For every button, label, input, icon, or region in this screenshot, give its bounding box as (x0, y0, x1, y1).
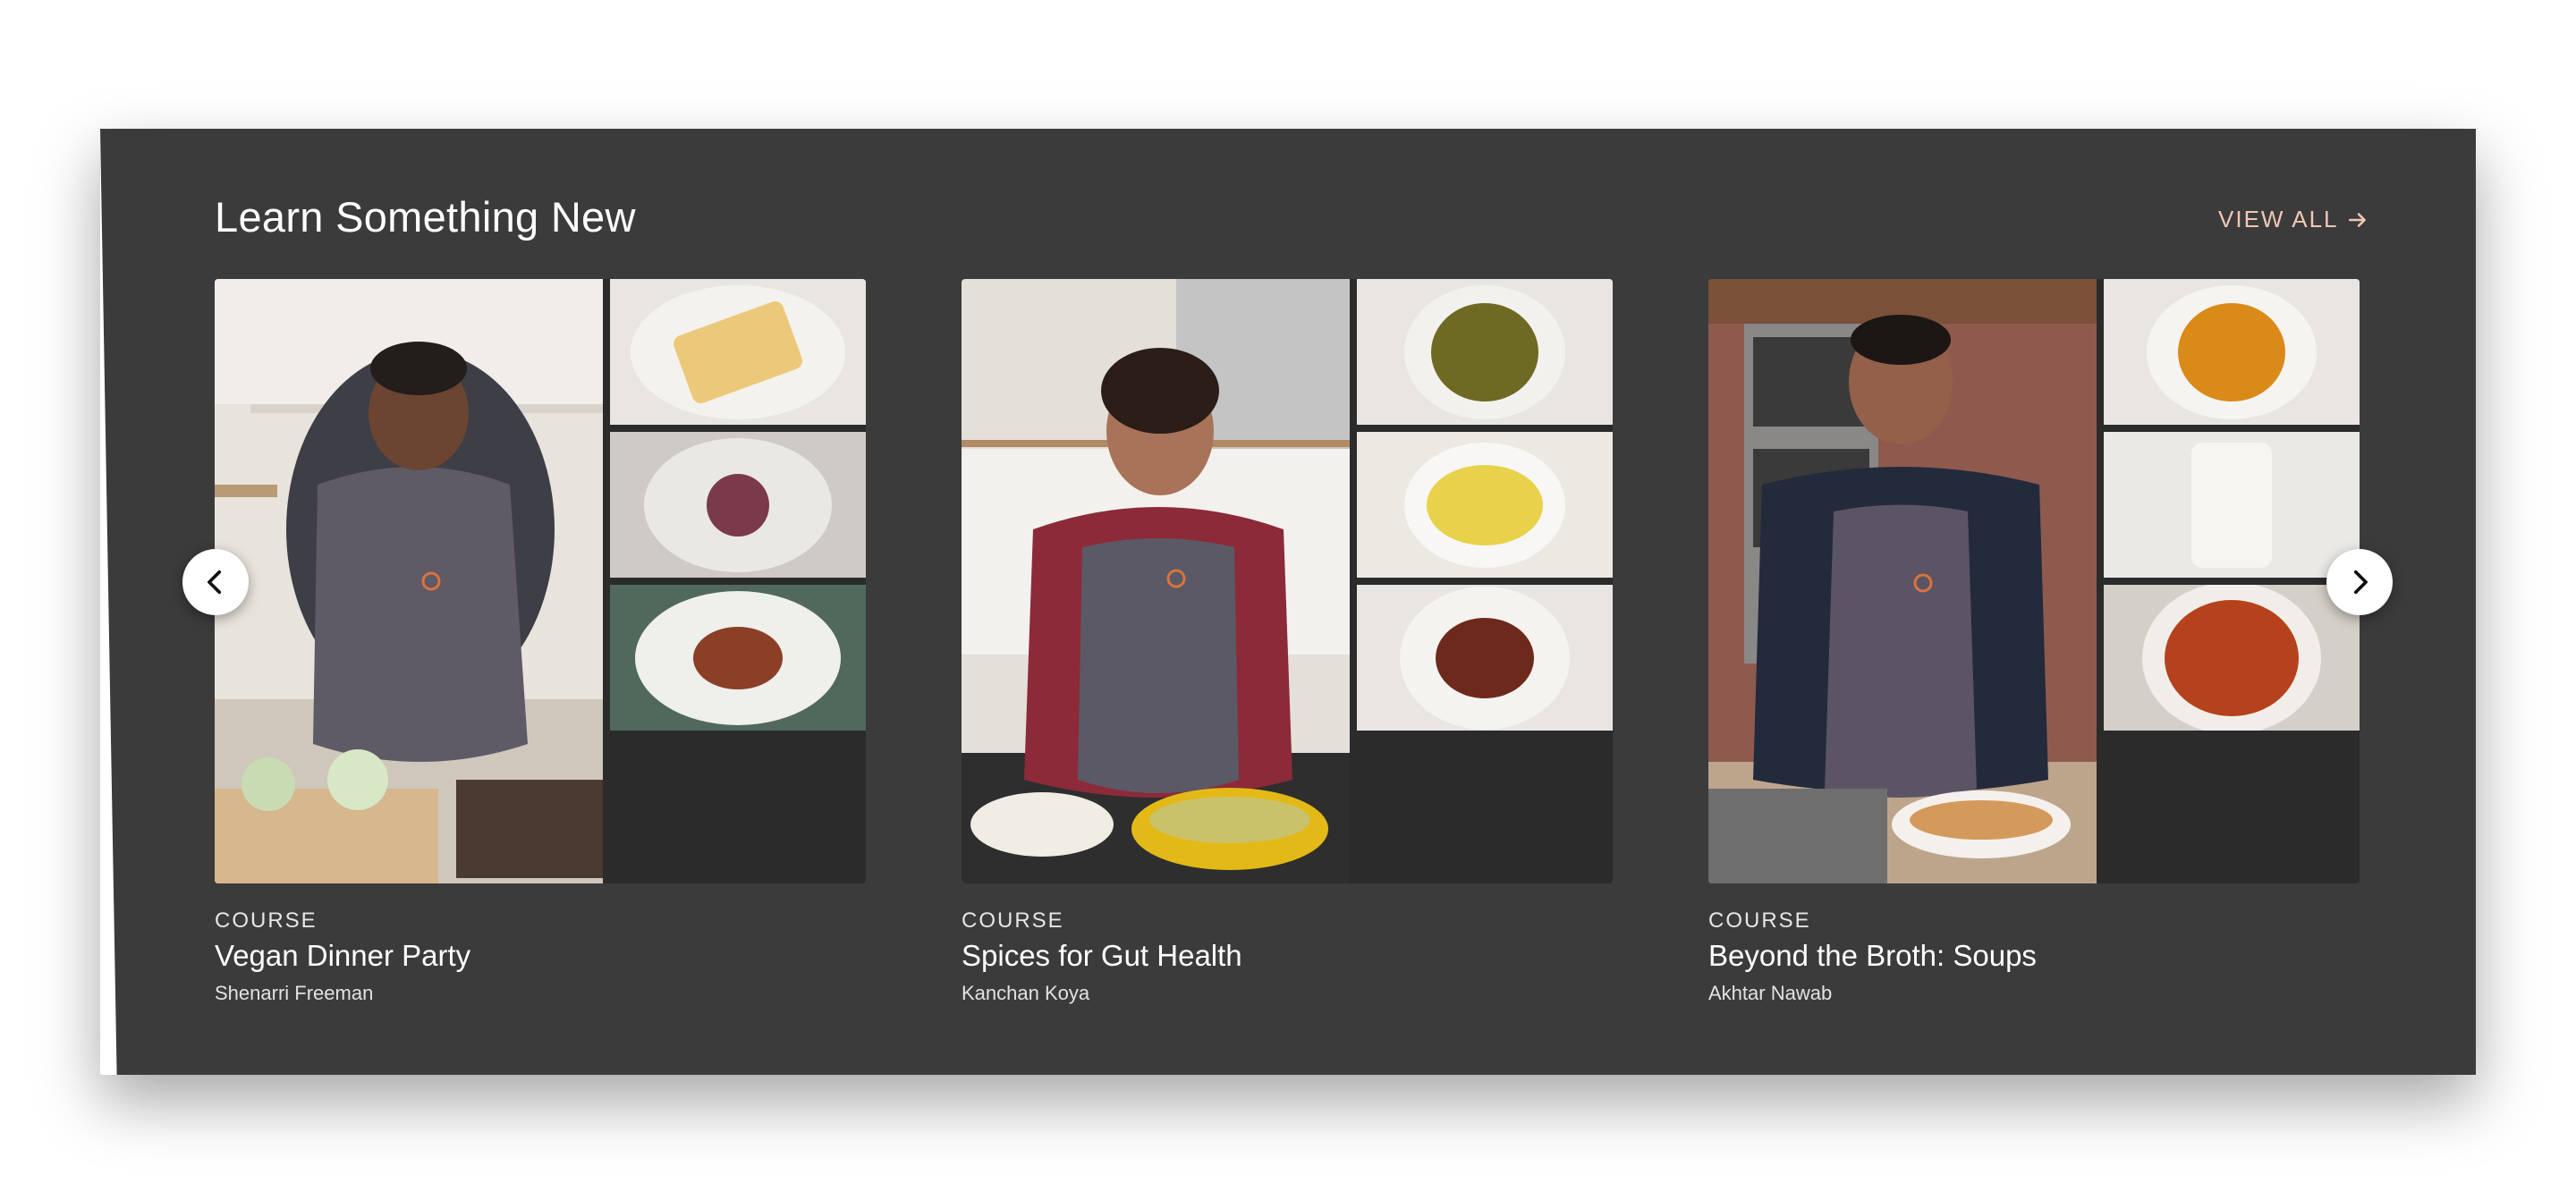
instructor-name: Kanchan Koya (962, 982, 1090, 1004)
course-label: COURSE (1708, 908, 1811, 933)
arrow-right-icon (2348, 212, 2366, 227)
instructor-photo (215, 279, 603, 883)
course-title[interactable]: Spices for Gut Health (962, 939, 1613, 973)
instructor-photo (962, 279, 1350, 883)
course-label: COURSE (962, 908, 1064, 933)
view-all-link[interactable]: VIEW ALL (2218, 206, 2369, 233)
chevron-right-icon (2353, 570, 2368, 595)
dish-photo (2104, 432, 2360, 578)
course-image-collage[interactable] (215, 279, 866, 883)
course-label: COURSE (215, 908, 318, 933)
instructor-photo (1708, 279, 2097, 883)
instructor-name: Shenarri Freeman (215, 982, 374, 1004)
view-all-label: VIEW ALL (2218, 206, 2339, 232)
dish-photo (1357, 432, 1613, 578)
chevron-left-icon (208, 570, 222, 595)
dish-photo (610, 432, 866, 578)
dish-photo (2104, 585, 2360, 731)
course-image-collage[interactable] (962, 279, 1613, 883)
course-card[interactable]: COURSE Spices for Gut Health Kanchan Koy… (962, 279, 1613, 1005)
course-card[interactable]: COURSE Vegan Dinner Party Shenarri Freem… (215, 279, 866, 1005)
dish-photo (610, 279, 866, 425)
carousel-prev-button[interactable] (182, 549, 249, 615)
carousel-next-button[interactable] (2326, 549, 2393, 615)
course-title[interactable]: Beyond the Broth: Soups (1708, 939, 2360, 973)
dish-photo (1357, 279, 1613, 425)
section-title: Learn Something New (215, 193, 636, 241)
instructor-name: Akhtar Nawab (1708, 982, 1833, 1004)
course-card[interactable]: COURSE Beyond the Broth: Soups Akhtar Na… (1708, 279, 2360, 1005)
course-image-collage[interactable] (1708, 279, 2360, 883)
dish-photo (1357, 585, 1613, 731)
dish-photo (2104, 279, 2360, 425)
course-title[interactable]: Vegan Dinner Party (215, 939, 866, 973)
dish-photo (610, 585, 866, 731)
